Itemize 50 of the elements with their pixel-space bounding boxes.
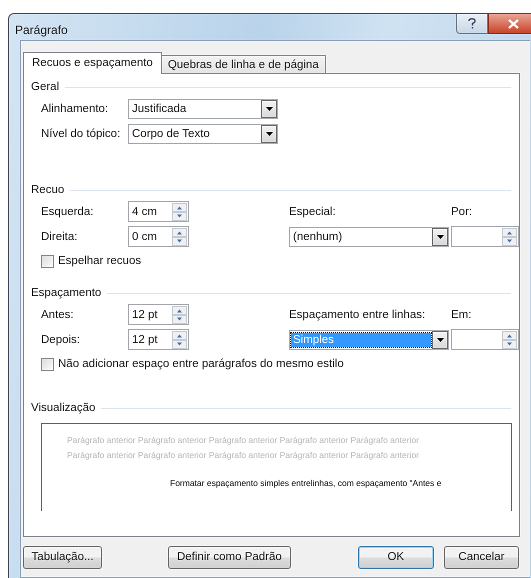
window-title: Parágrafo bbox=[14, 22, 69, 37]
dropdown[interactable]: Corpo de Texto bbox=[128, 124, 278, 144]
dialog-button[interactable]: OK bbox=[358, 546, 434, 568]
spin-arrows-icon[interactable] bbox=[172, 202, 187, 220]
spin-field[interactable]: 0 cm bbox=[128, 226, 189, 247]
spin-field[interactable]: 12 pt bbox=[128, 304, 189, 325]
spin-arrows-icon[interactable] bbox=[172, 228, 187, 246]
section-heading: Recuo bbox=[31, 184, 64, 196]
section-heading: Visualização bbox=[31, 402, 96, 414]
caret-icon bbox=[266, 106, 272, 110]
field-label: Alinhamento: bbox=[41, 102, 110, 114]
caret-icon bbox=[436, 234, 444, 238]
help-button[interactable] bbox=[456, 14, 488, 34]
field-label: Direita: bbox=[41, 230, 78, 242]
checkbox-label[interactable]: Não adicionar espaço entre parágrafos do mesmo estilo bbox=[58, 358, 344, 370]
field-label: Nível do tópico: bbox=[41, 128, 122, 140]
preview-previous-text: Parágrafo anterior Parágrafo anterior Parágrafo anterior Parágrafo anterior Parágrafo anterior Parágrafo anterior Parágrafo anterior Parágrafo anterior Parágrafo anterior Parágrafo anterior bbox=[67, 434, 420, 462]
spin-arrows-icon[interactable] bbox=[502, 330, 517, 348]
caret-icon bbox=[266, 132, 272, 136]
spin-field[interactable]: 12 pt bbox=[128, 329, 189, 350]
checkbox-label[interactable]: Espelhar recuos bbox=[58, 255, 142, 267]
preview-sample-text: Formatar espaçamento simples entrelinhas, com espaçamento "Antes e bbox=[170, 478, 442, 488]
section-heading: Geral bbox=[31, 81, 60, 93]
field-label: Esquerda: bbox=[41, 206, 94, 218]
spin-arrows-icon[interactable] bbox=[502, 228, 517, 246]
spin-field[interactable] bbox=[451, 226, 519, 247]
field-label: Por: bbox=[451, 206, 474, 218]
spin-arrows-icon[interactable] bbox=[172, 330, 187, 348]
checkbox[interactable] bbox=[41, 254, 54, 268]
spin-arrows-icon[interactable] bbox=[172, 306, 187, 324]
spin-field[interactable] bbox=[451, 329, 519, 350]
checkbox[interactable] bbox=[41, 358, 54, 370]
field-label: Especial: bbox=[289, 206, 337, 218]
dropdown[interactable]: (nenhum) bbox=[289, 226, 449, 246]
tab[interactable]: Quebras de linha e de página bbox=[160, 55, 326, 73]
dialog-button[interactable]: Definir como Padrão bbox=[168, 546, 291, 568]
dialog-button[interactable]: Tabulação... bbox=[23, 546, 102, 568]
section-heading: Espaçamento bbox=[31, 287, 102, 299]
close-button[interactable] bbox=[488, 14, 531, 34]
help-icon bbox=[468, 18, 476, 29]
dialog-button[interactable]: Cancelar bbox=[444, 546, 519, 568]
close-icon bbox=[508, 18, 518, 28]
field-label: Depois: bbox=[41, 334, 81, 346]
field-label: Espaçamento entre linhas: bbox=[289, 308, 426, 320]
dropdown[interactable]: Justificada bbox=[128, 98, 278, 118]
field-label: Antes: bbox=[41, 308, 75, 320]
caret-icon bbox=[436, 338, 444, 342]
field-label: Em: bbox=[451, 308, 472, 320]
tab[interactable]: Recuos e espaçamento bbox=[23, 52, 162, 74]
spin-field[interactable]: 4 cm bbox=[128, 201, 189, 222]
